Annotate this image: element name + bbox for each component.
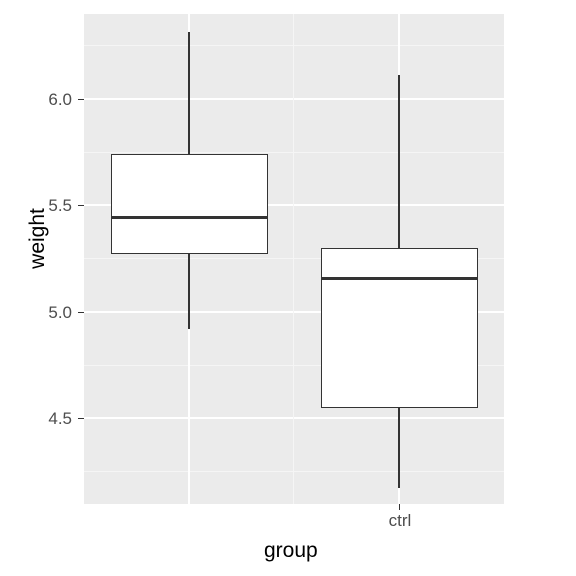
y-tick-label: 4.5: [48, 410, 72, 427]
box1-whisker-upper: [188, 32, 190, 154]
boxplot-chart: 4.5 5.0 5.5 6.0 ctrl weight group: [0, 0, 576, 576]
y-tick: [78, 205, 84, 206]
grid-minor: [84, 152, 504, 153]
box1-iqr: [111, 154, 268, 254]
grid-minor: [84, 471, 504, 472]
grid-major: [84, 417, 504, 419]
y-tick-label: 5.0: [48, 304, 72, 321]
x-tick-label-ctrl: ctrl: [386, 512, 414, 529]
box2-whisker-lower: [398, 408, 400, 488]
box2-iqr: [321, 248, 478, 408]
y-tick: [78, 312, 84, 313]
grid-minor-v: [293, 14, 294, 504]
y-tick-label: 6.0: [48, 91, 72, 108]
box2-whisker-upper: [398, 75, 400, 248]
x-axis-title: group: [264, 540, 318, 561]
y-axis-title: weight: [27, 208, 48, 269]
box1-whisker-lower: [188, 254, 190, 329]
box2-median: [321, 277, 478, 280]
y-tick-label: 5.5: [48, 197, 72, 214]
grid-minor: [84, 45, 504, 46]
y-tick: [78, 99, 84, 100]
x-tick: [399, 504, 400, 510]
y-tick: [78, 418, 84, 419]
grid-major: [84, 98, 504, 100]
box1-median: [111, 216, 268, 219]
